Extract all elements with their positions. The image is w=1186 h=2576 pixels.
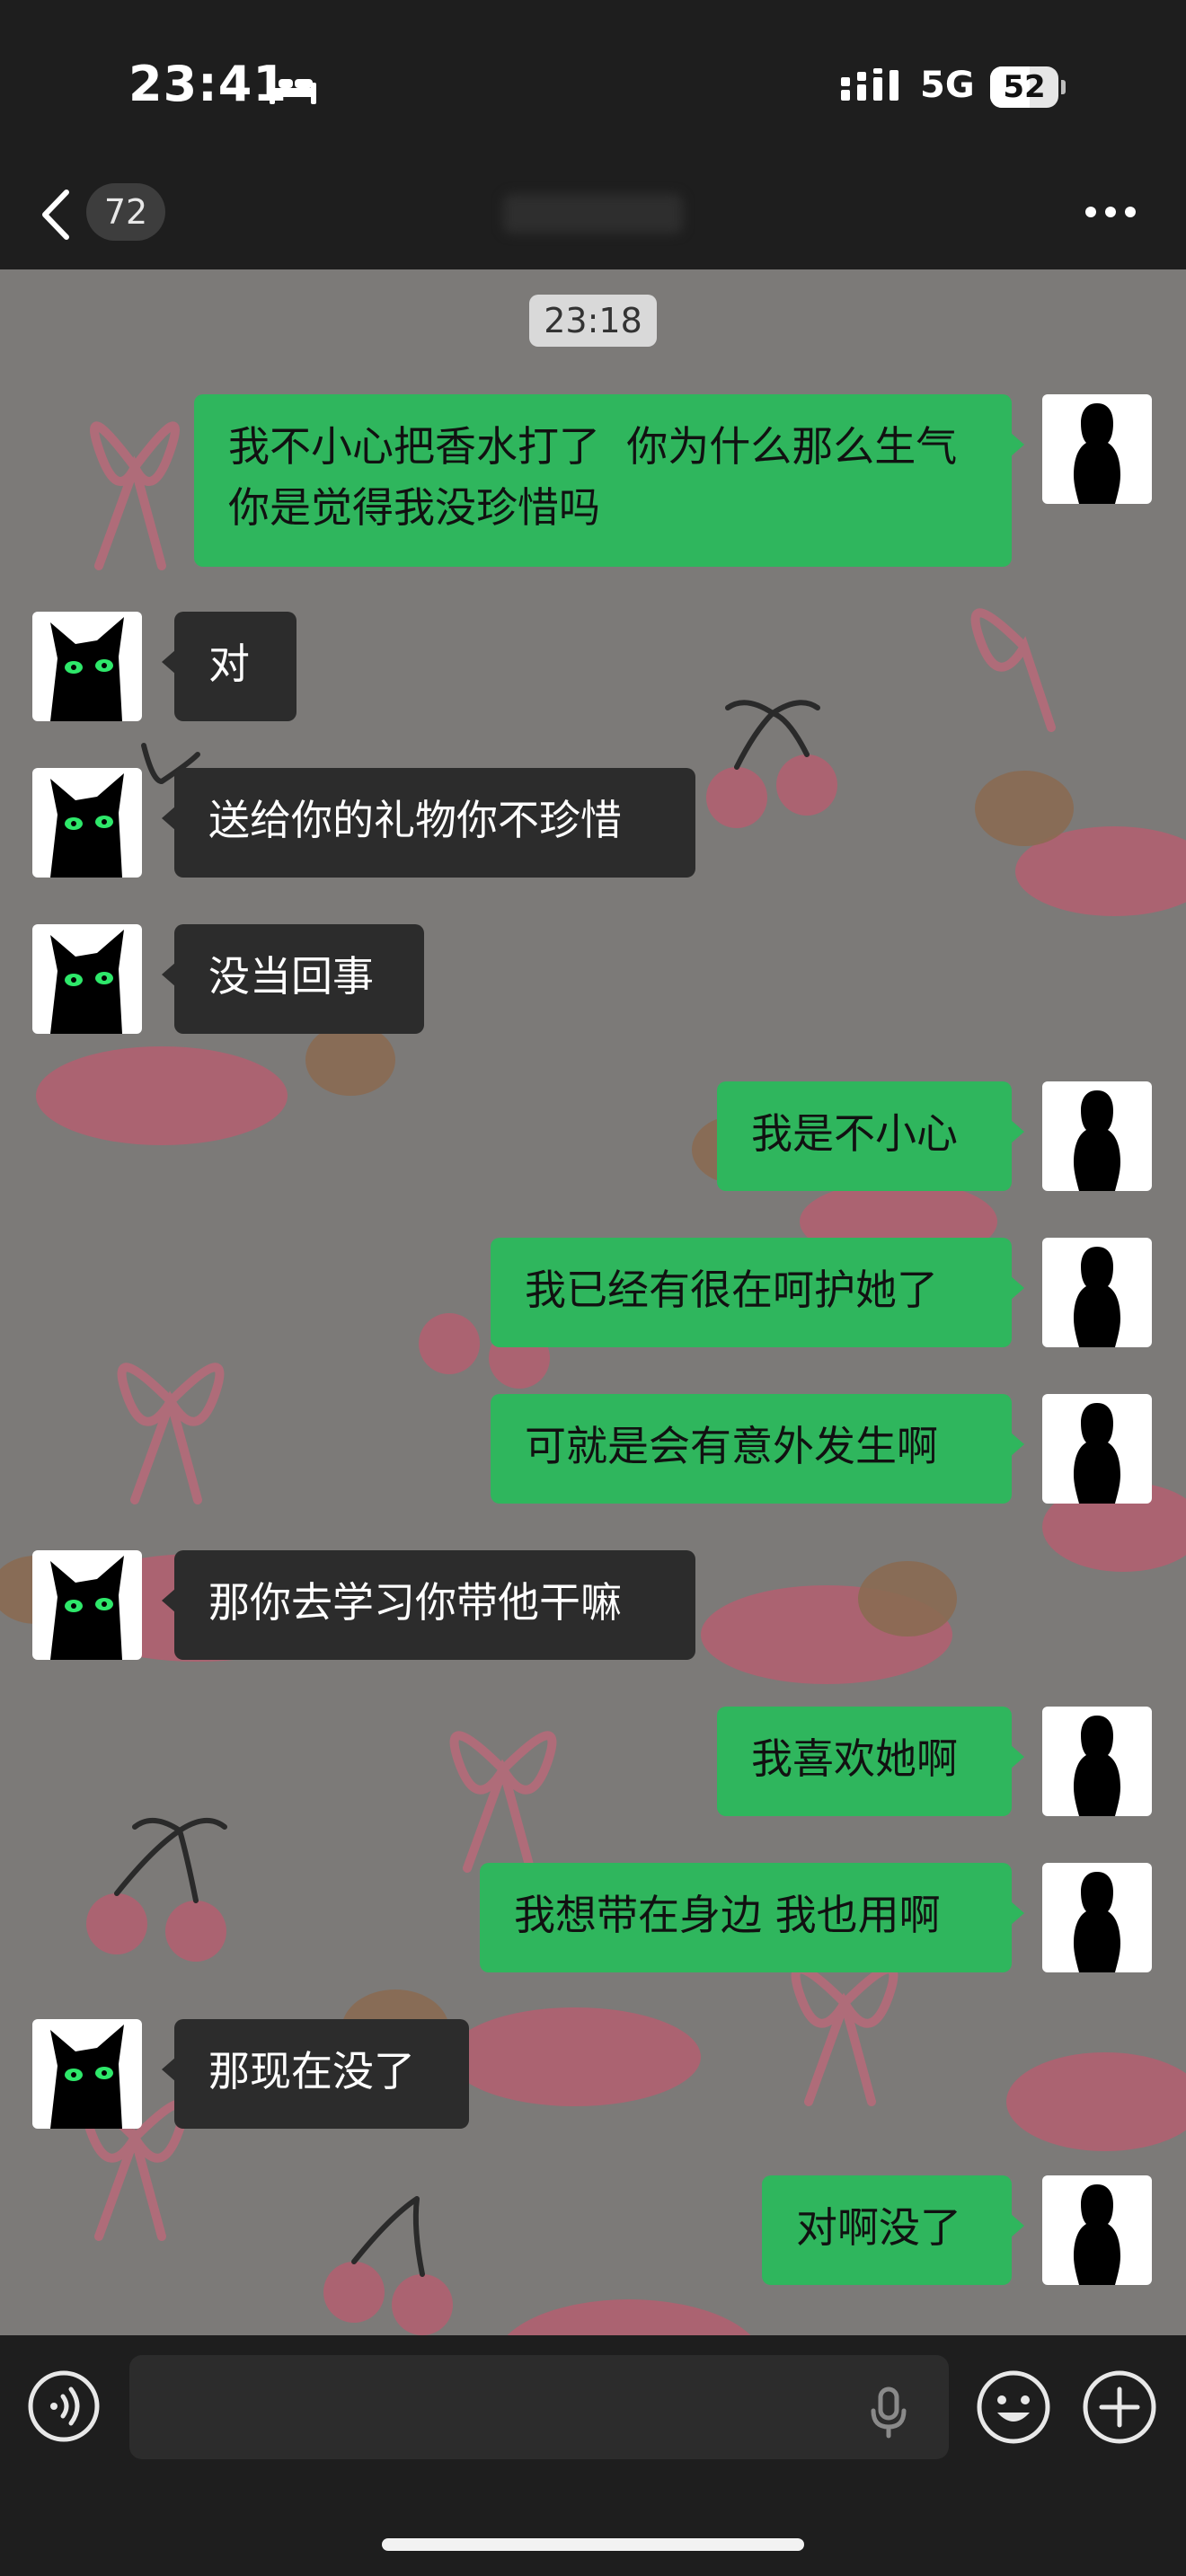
silhouette-icon (1074, 1403, 1120, 1504)
black-cat-icon (50, 1556, 124, 1660)
message-bubble-received[interactable]: 送给你的礼物你不珍惜 (162, 768, 695, 878)
plus-icon[interactable] (1082, 2369, 1157, 2445)
message-bubble-sent[interactable]: 我想带在身边 我也用啊 (480, 1863, 1024, 1972)
message-bubble-received[interactable]: 对 (162, 612, 296, 721)
unread-count-badge[interactable]: 72 (86, 183, 165, 241)
network-type: 5G (920, 65, 975, 106)
contact-avatar[interactable] (32, 768, 142, 878)
message-timestamp: 23:18 (529, 295, 657, 347)
self-avatar[interactable] (1042, 1863, 1152, 1972)
emoji-icon[interactable] (976, 2369, 1051, 2445)
contact-avatar[interactable] (32, 1550, 142, 1660)
message-bubble-received[interactable]: 那你去学习你带他干嘛 (162, 1550, 695, 1660)
self-avatar[interactable] (1042, 1707, 1152, 1816)
silhouette-icon (1074, 2184, 1120, 2285)
black-cat-icon (50, 617, 124, 721)
status-time: 23:41 (128, 56, 288, 112)
status-bar: 23:41 5G 52 (0, 0, 1186, 162)
chat-header: 72 (0, 162, 1186, 269)
message-input[interactable] (129, 2355, 949, 2459)
silhouette-icon (1074, 403, 1120, 504)
home-indicator[interactable] (382, 2538, 804, 2551)
self-avatar[interactable] (1042, 1238, 1152, 1347)
message-bubble-sent[interactable]: 我喜欢她啊 (717, 1707, 1024, 1816)
chevron-left-icon[interactable] (36, 185, 77, 244)
silhouette-icon (1074, 1247, 1120, 1347)
black-cat-icon (50, 930, 124, 1034)
silhouette-icon (1074, 1716, 1120, 1816)
black-cat-icon (50, 2025, 124, 2129)
self-avatar[interactable] (1042, 2175, 1152, 2285)
self-avatar[interactable] (1042, 1394, 1152, 1504)
battery-icon: 52 (990, 66, 1066, 108)
mic-icon[interactable] (866, 2386, 911, 2439)
signal-icon (841, 68, 898, 101)
self-avatar[interactable] (1042, 1081, 1152, 1191)
more-dots-icon[interactable] (1082, 201, 1139, 223)
message-bubble-sent[interactable]: 我是不小心 (717, 1081, 1024, 1191)
input-bar (0, 2335, 1186, 2576)
message-bubble-received[interactable]: 那现在没了 (162, 2019, 469, 2129)
message-bubble-sent[interactable]: 我不小心把香水打了 你为什么那么生气 你是觉得我没珍惜吗 (194, 394, 1024, 567)
contact-avatar[interactable] (32, 612, 142, 721)
silhouette-icon (1074, 1090, 1120, 1191)
message-bubble-sent[interactable]: 我已经有很在呵护她了 (491, 1238, 1024, 1347)
contact-name-redacted (503, 194, 683, 234)
silhouette-icon (1074, 1872, 1120, 1972)
message-bubble-received[interactable]: 没当回事 (162, 924, 424, 1034)
battery-level: 52 (1003, 69, 1046, 105)
bed-icon (270, 74, 316, 104)
voice-icon[interactable] (27, 2369, 101, 2443)
message-bubble-sent[interactable]: 对啊没了 (762, 2175, 1024, 2285)
message-list[interactable]: 23:18 我不小心把香水打了 你为什么那么生气 你是觉得我没珍惜吗 对 送给你… (0, 269, 1186, 2335)
self-avatar[interactable] (1042, 394, 1152, 504)
black-cat-icon (50, 773, 124, 878)
contact-avatar[interactable] (32, 924, 142, 1034)
message-bubble-sent[interactable]: 可就是会有意外发生啊 (491, 1394, 1024, 1504)
contact-avatar[interactable] (32, 2019, 142, 2129)
